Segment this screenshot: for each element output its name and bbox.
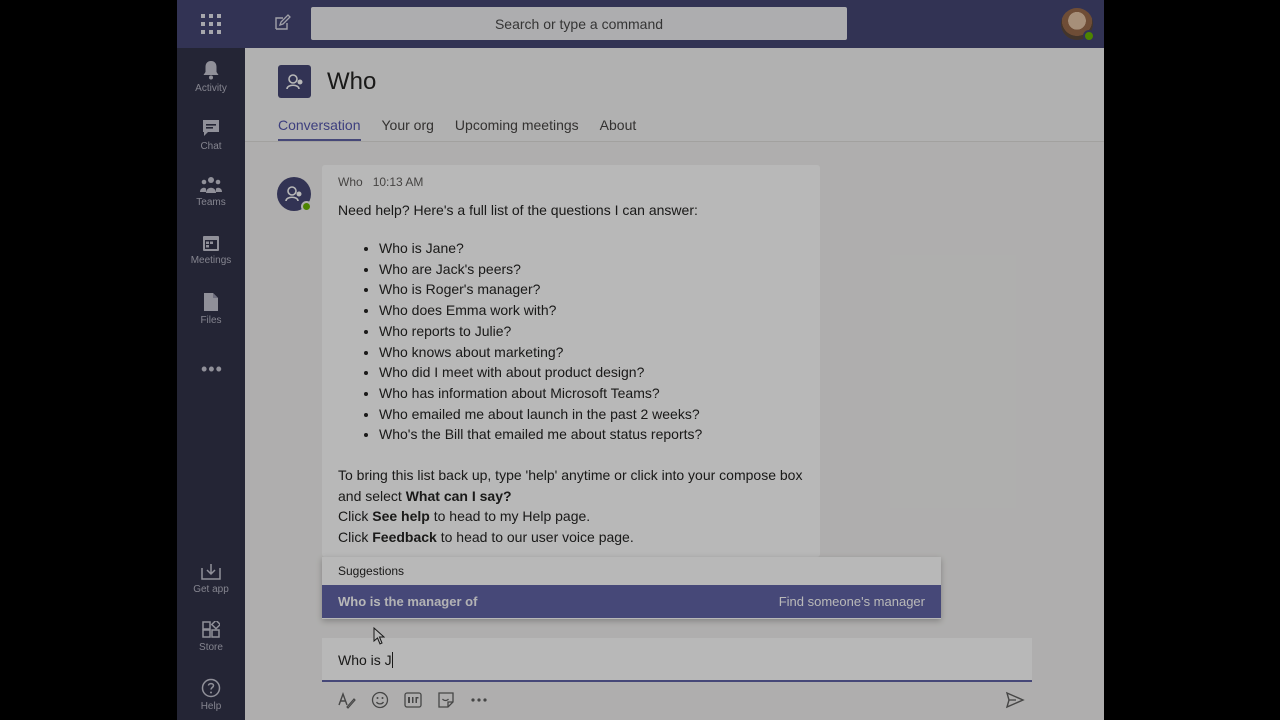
list-item: Who has information about Microsoft Team… xyxy=(379,383,804,404)
tab-about[interactable]: About xyxy=(600,117,637,141)
message-outro: To bring this list back up, type 'help' … xyxy=(338,465,804,548)
rail-label: Get app xyxy=(193,584,229,595)
presence-available-icon xyxy=(301,201,312,212)
suggestion-match: Who is xyxy=(338,594,381,609)
user-avatar[interactable] xyxy=(1061,8,1095,42)
more-options-icon[interactable] xyxy=(469,690,488,709)
outro-text: Click xyxy=(338,529,373,546)
download-icon xyxy=(201,564,221,580)
rail-item-activity[interactable]: Activity xyxy=(177,60,245,110)
tab-your-org[interactable]: Your org xyxy=(382,117,434,141)
feedback-text: Feedback xyxy=(372,529,437,546)
sticker-icon[interactable] xyxy=(436,690,455,709)
suggestion-rest: the manager of xyxy=(380,594,478,609)
rail-item-chat[interactable]: Chat xyxy=(177,118,245,168)
suggestions-popup: Suggestions Who is the manager of Find s… xyxy=(322,557,941,619)
calendar-icon xyxy=(203,236,219,251)
rail-label: Help xyxy=(200,701,222,712)
left-rail: Activity Chat Teams Meetings Files ••• G… xyxy=(177,48,245,720)
compose-toolbar xyxy=(337,690,488,709)
tab-bar: Conversation Your org Upcoming meetings … xyxy=(278,117,636,141)
compose-text: Who is J xyxy=(338,652,392,668)
message-intro: Need help? Here's a full list of the que… xyxy=(338,202,698,218)
who-bot-icon xyxy=(285,186,302,202)
outro-text: Click xyxy=(338,508,373,525)
rail-label: Files xyxy=(200,315,222,326)
rail-item-meetings[interactable]: Meetings xyxy=(177,234,245,284)
list-item: Who did I meet with about product design… xyxy=(379,362,804,383)
list-item: Who's the Bill that emailed me about sta… xyxy=(379,424,804,445)
rail-item-help[interactable]: Help xyxy=(177,678,245,720)
teams-icon xyxy=(200,177,222,193)
list-item: Who does Emma work with? xyxy=(379,300,804,321)
bell-icon xyxy=(203,61,219,80)
list-item: Who reports to Julie? xyxy=(379,321,804,342)
who-app-icon xyxy=(278,65,311,98)
compose-box[interactable]: Who is J xyxy=(322,638,1032,682)
search-input[interactable]: Search or type a command xyxy=(311,7,847,40)
outro-text: to head to my Help page. xyxy=(429,508,591,525)
search-placeholder: Search or type a command xyxy=(494,15,664,32)
suggestion-hint: Find someone's manager xyxy=(778,594,925,609)
rail-item-get-app[interactable]: Get app xyxy=(177,563,245,613)
rail-item-files[interactable]: Files xyxy=(177,292,245,342)
send-icon[interactable] xyxy=(1005,690,1025,715)
rail-label: Activity xyxy=(195,83,227,94)
mouse-pointer-icon xyxy=(373,626,386,650)
file-icon xyxy=(204,293,218,311)
outro-text: to head to our user voice page. xyxy=(436,529,634,546)
bot-avatar[interactable] xyxy=(277,177,312,212)
rail-label: Meetings xyxy=(190,255,232,266)
see-help-text: See help xyxy=(372,508,430,525)
more-apps-icon[interactable]: ••• xyxy=(201,359,223,380)
presence-available-icon xyxy=(1083,30,1095,42)
list-item: Who is Jane? xyxy=(379,238,804,259)
tab-conversation[interactable]: Conversation xyxy=(278,117,361,141)
list-item: Who are Jack's peers? xyxy=(379,259,804,280)
page-title: Who xyxy=(327,68,377,95)
top-bar: Search or type a command xyxy=(177,0,1104,48)
format-icon[interactable] xyxy=(337,690,356,709)
list-item: Who is Roger's manager? xyxy=(379,279,804,300)
gif-icon[interactable] xyxy=(403,690,422,709)
tab-upcoming-meetings[interactable]: Upcoming meetings xyxy=(455,117,579,141)
what-can-i-say-text: What can I say? xyxy=(405,487,512,504)
rail-item-store[interactable]: Store xyxy=(177,621,245,671)
text-cursor xyxy=(391,652,393,668)
channel-header: Who Conversation Your org Upcoming meeti… xyxy=(245,48,1104,142)
suggestion-query: Who is the manager of xyxy=(338,594,477,609)
list-item: Who emailed me about launch in the past … xyxy=(379,404,804,425)
new-chat-icon[interactable] xyxy=(273,14,291,37)
rail-label: Store xyxy=(199,642,223,653)
rail-item-teams[interactable]: Teams xyxy=(177,176,245,226)
message-meta: Who 10:13 AM xyxy=(338,175,804,189)
message-sender: Who xyxy=(338,175,363,189)
message-time: 10:13 AM xyxy=(372,175,424,189)
teams-window: Search or type a command Activity Chat T… xyxy=(177,0,1104,720)
app-launcher-icon[interactable] xyxy=(201,14,221,34)
rail-label: Teams xyxy=(196,197,226,208)
emoji-icon[interactable] xyxy=(370,690,389,709)
chat-icon xyxy=(203,120,219,136)
suggestions-header: Suggestions xyxy=(338,564,405,578)
message-card: Who 10:13 AM Need help? Here's a full lis… xyxy=(322,165,820,557)
help-icon xyxy=(201,678,221,698)
suggestion-item[interactable]: Who is the manager of Find someone's man… xyxy=(322,585,941,618)
list-item: Who knows about marketing? xyxy=(379,342,804,363)
store-icon xyxy=(202,621,220,638)
rail-label: Chat xyxy=(200,141,222,152)
question-list: Who is Jane? Who are Jack's peers? Who i… xyxy=(379,238,804,445)
